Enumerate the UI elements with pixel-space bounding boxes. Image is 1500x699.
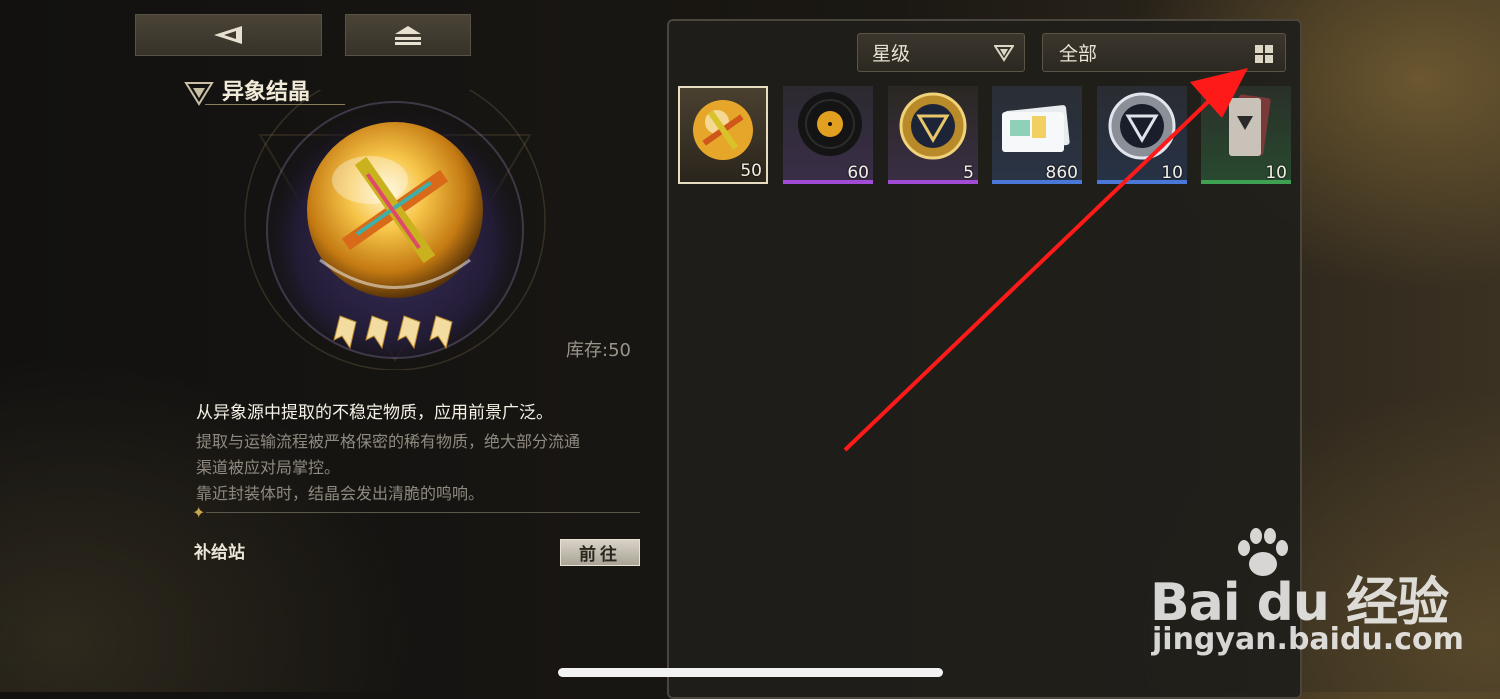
stock-count: 库存:50	[566, 340, 631, 361]
home-button[interactable]	[345, 14, 471, 56]
crystal-orb-icon	[693, 100, 753, 160]
item-description-line: 提取与运输流程被严格保密的稀有物质，绝大部分流通	[196, 432, 581, 451]
inventory-slot[interactable]: 50	[678, 86, 768, 184]
star-icon	[365, 315, 389, 350]
sparkle-icon: ✦	[192, 503, 206, 522]
title-triangle-icon	[184, 82, 214, 106]
divider	[206, 512, 640, 513]
home-icon	[395, 26, 421, 45]
home-indicator[interactable]	[558, 668, 943, 677]
star-icon	[429, 315, 453, 350]
star-icon	[333, 315, 357, 350]
back-button[interactable]	[135, 14, 322, 56]
item-description-main: 从异象源中提取的不稳定物质，应用前景广泛。	[196, 403, 553, 423]
goto-button[interactable]: 前往	[560, 539, 640, 566]
star-rating	[333, 315, 453, 350]
paw-icon	[1238, 528, 1288, 576]
back-arrow-icon	[213, 26, 242, 44]
annotation-arrow-icon	[843, 68, 1248, 452]
item-description-line: 渠道被应对局掌控。	[196, 458, 341, 477]
baidu-watermark-url: jingyan.baidu.com	[1152, 622, 1464, 657]
source-label: 补给站	[194, 543, 245, 563]
item-description-line: 靠近封装体时，结晶会发出清脆的鸣响。	[196, 484, 485, 503]
star-icon	[397, 315, 421, 350]
item-count: 50	[740, 161, 762, 181]
